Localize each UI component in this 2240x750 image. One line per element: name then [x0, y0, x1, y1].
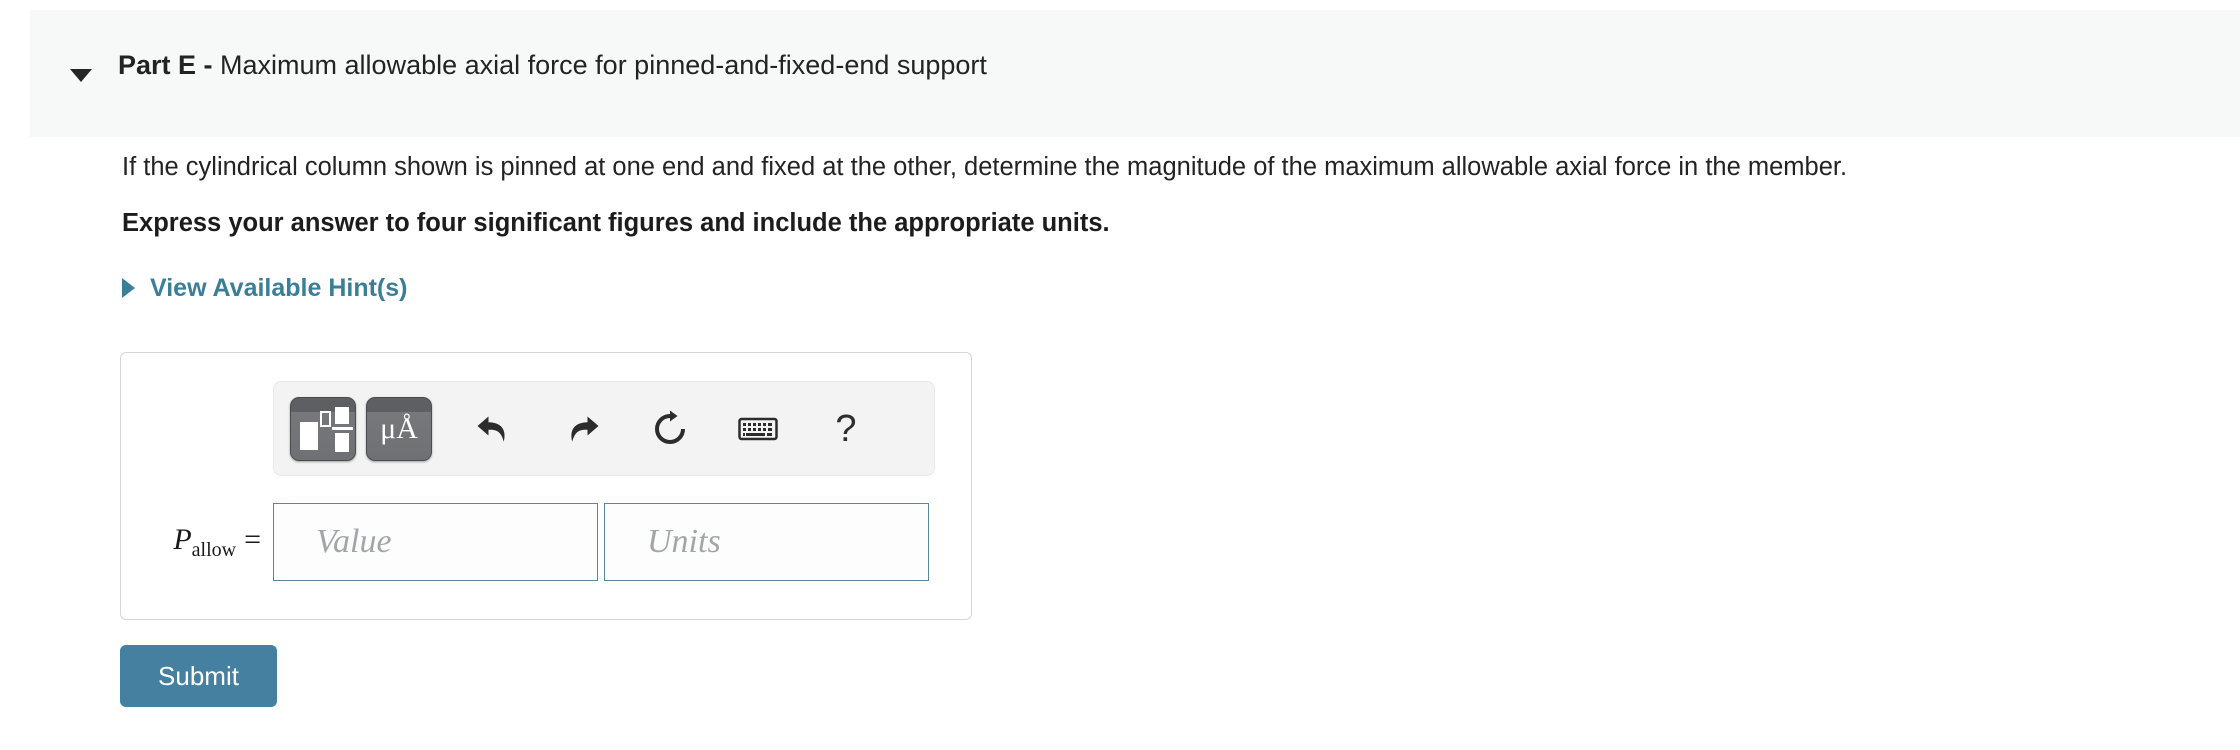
redo-arrow-icon	[571, 416, 599, 442]
part-label: Part E -	[118, 50, 213, 80]
submit-button[interactable]: Submit	[120, 645, 277, 707]
view-hints-label: View Available Hint(s)	[150, 274, 408, 302]
units-icon: μÅ	[380, 411, 418, 445]
reset-button[interactable]	[638, 397, 702, 461]
superscript-box-icon	[320, 410, 331, 427]
question-mark-icon: ?	[835, 407, 857, 450]
variable-subscript: allow	[191, 538, 237, 561]
units-button[interactable]: μÅ	[366, 396, 432, 461]
answer-units-input[interactable]	[604, 503, 929, 581]
equals-sign: =	[244, 522, 261, 556]
part-header: Part E - Maximum allowable axial force f…	[30, 10, 2240, 137]
answer-value-input[interactable]	[273, 503, 598, 581]
problem-content: If the cylindrical column shown is pinne…	[122, 150, 2200, 302]
variable-label: Pallow =	[145, 523, 261, 562]
answer-input-row: Pallow =	[145, 503, 929, 581]
undo-arrow-icon	[477, 416, 505, 442]
caret-down-icon	[70, 68, 92, 82]
fraction-bar-icon	[332, 426, 353, 430]
part-description: Maximum allowable axial force for pinned…	[212, 50, 987, 80]
keyboard-button[interactable]	[726, 397, 790, 461]
collapse-toggle-button[interactable]	[58, 52, 104, 98]
help-button[interactable]: ?	[814, 397, 878, 461]
reset-circular-arrow-icon	[655, 410, 685, 444]
answer-box: μÅ ? Pallow = Value Units	[120, 352, 972, 620]
undo-button[interactable]	[462, 397, 526, 461]
math-template-icon	[300, 421, 318, 450]
variable-symbol: P	[173, 522, 192, 556]
redo-button[interactable]	[550, 397, 614, 461]
problem-statement: If the cylindrical column shown is pinne…	[122, 153, 1848, 181]
fraction-numerator-icon	[335, 406, 349, 424]
part-title: Part E - Maximum allowable axial force f…	[118, 50, 987, 80]
fraction-denominator-icon	[335, 432, 349, 452]
problem-instruction: Express your answer to four significant …	[122, 209, 1110, 237]
math-template-button[interactable]	[290, 396, 356, 461]
keyboard-icon	[738, 417, 778, 440]
caret-right-icon	[122, 278, 135, 298]
view-hints-link[interactable]: View Available Hint(s)	[122, 274, 407, 302]
math-toolbar: μÅ ?	[273, 381, 935, 476]
